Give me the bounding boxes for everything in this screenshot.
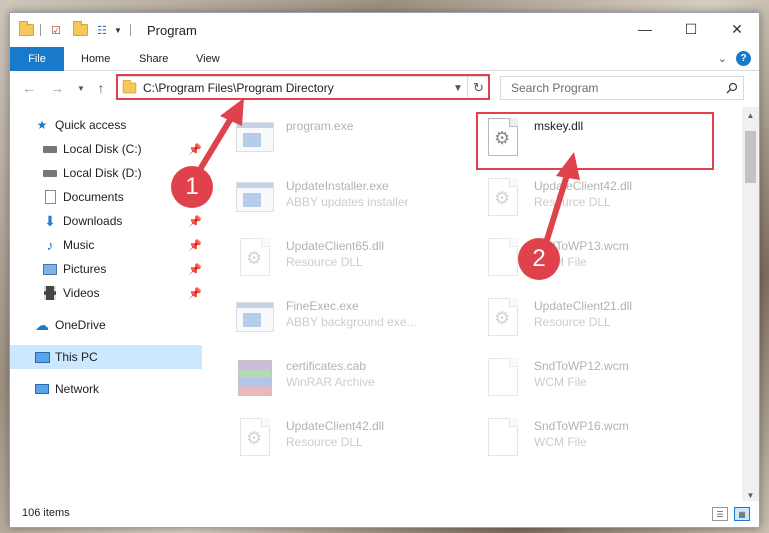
step-2-badge: 2	[518, 238, 560, 280]
arrow-step-1	[193, 113, 236, 178]
annotation-arrows	[193, 98, 580, 247]
arrow-step-2	[542, 171, 571, 247]
step-1-badge: 1	[171, 166, 213, 208]
arrowhead-step-2	[556, 152, 580, 180]
